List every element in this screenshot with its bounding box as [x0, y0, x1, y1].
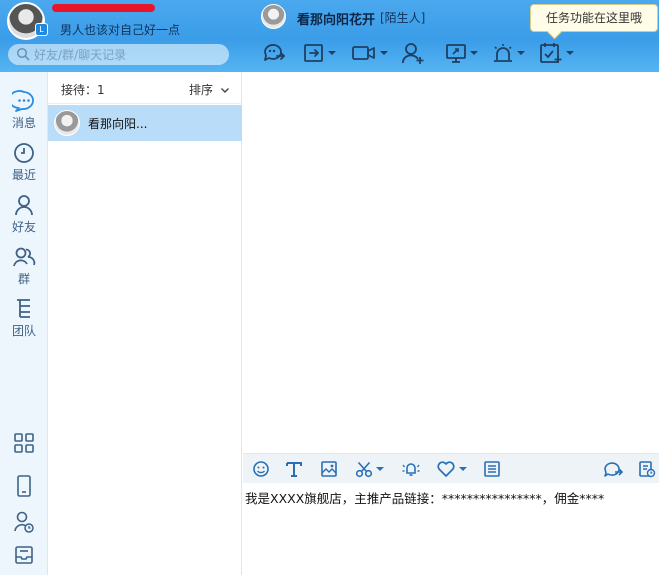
nav-label-team: 团队 — [11, 324, 36, 338]
remote-desktop-icon — [446, 44, 466, 63]
search-input[interactable] — [34, 46, 224, 63]
apps-grid-button[interactable] — [0, 432, 48, 460]
chat-forward-button[interactable] — [261, 40, 287, 66]
alarm-dropdown-icon[interactable] — [517, 51, 525, 55]
user-clock-button[interactable] — [0, 510, 48, 538]
nav-item-team[interactable]: 团队 — [0, 298, 48, 344]
chat-forward-icon — [264, 44, 286, 61]
chevron-down-icon — [221, 87, 229, 93]
quick-reply-button[interactable] — [602, 460, 624, 478]
quick-reply-icon — [604, 462, 624, 477]
nav-item-friends[interactable]: 好友 — [0, 194, 48, 240]
user-signature[interactable]: 男人也该对自己好一点 — [60, 21, 180, 38]
message-input-area[interactable]: 我是XXXX旗舰店，主推产品链接：****************，佣金**** — [243, 483, 659, 575]
nav-item-groups[interactable]: 群 — [0, 246, 48, 292]
nav-label-messages: 消息 — [11, 116, 36, 130]
phone-icon — [17, 475, 31, 497]
emoji-icon — [253, 461, 269, 477]
nav-item-recent[interactable]: 最近 — [0, 142, 48, 188]
image-button[interactable] — [320, 460, 338, 478]
video-call-button[interactable] — [351, 40, 388, 66]
clock-icon — [14, 143, 34, 163]
chat-contact-name[interactable]: 看那向阳花开 — [297, 9, 375, 28]
sort-button[interactable]: 排序 — [189, 81, 230, 98]
add-friend-icon — [402, 43, 424, 64]
font-icon — [286, 462, 302, 477]
alarm-button[interactable] — [492, 40, 525, 66]
session-list-pane: 接待：1 排序 看那向阳... — [48, 72, 242, 575]
screenshot-dropdown-icon[interactable] — [376, 467, 384, 471]
search-box[interactable] — [8, 44, 229, 65]
phone-button[interactable] — [0, 474, 48, 502]
top-header: L 男人也该对自己好一点 看那向阳花开 [陌生人] 任务功能在这里哦 — [0, 0, 659, 72]
shake-bell-icon — [402, 463, 420, 476]
message-input-text[interactable]: 我是XXXX旗舰店，主推产品链接：****************，佣金**** — [245, 488, 604, 507]
user-clock-icon — [14, 511, 34, 533]
nickname-redaction — [52, 4, 155, 12]
scissors-icon — [355, 461, 373, 478]
heart-icon — [437, 461, 455, 477]
input-toolbar — [243, 453, 659, 483]
remote-desktop-button[interactable] — [445, 40, 478, 66]
nav-label-friends: 好友 — [11, 220, 36, 234]
group-icon — [13, 247, 36, 267]
task-button[interactable] — [539, 40, 574, 66]
task-dropdown-icon[interactable] — [566, 51, 574, 55]
alarm-icon — [494, 44, 512, 62]
share-screen-button[interactable] — [303, 40, 336, 66]
history-button[interactable] — [638, 460, 656, 478]
apps-grid-icon — [14, 433, 34, 453]
image-icon — [321, 461, 337, 477]
card-button[interactable] — [483, 460, 501, 478]
share-screen-icon — [304, 44, 323, 62]
inbox-icon — [15, 546, 33, 564]
gift-button[interactable] — [436, 460, 467, 478]
search-icon — [16, 47, 30, 61]
message-icon — [12, 90, 34, 112]
session-row[interactable]: 看那向阳... — [48, 105, 242, 141]
video-dropdown-icon[interactable] — [380, 51, 388, 55]
add-friend-button[interactable] — [401, 40, 427, 66]
remote-dropdown-icon[interactable] — [470, 51, 478, 55]
emoji-button[interactable] — [252, 460, 270, 478]
gift-dropdown-icon[interactable] — [459, 467, 467, 471]
stranger-tag: [陌生人] — [380, 11, 426, 25]
person-icon — [15, 195, 33, 216]
sort-label: 排序 — [188, 83, 213, 97]
message-history[interactable] — [243, 72, 659, 453]
reception-count: 接待：1 — [61, 83, 105, 97]
inbox-button[interactable] — [0, 544, 48, 572]
team-tree-icon — [17, 299, 30, 318]
history-icon — [639, 461, 656, 478]
nav-label-recent: 最近 — [11, 168, 36, 182]
session-row-name: 看那向阳... — [88, 117, 148, 131]
share-dropdown-icon[interactable] — [328, 51, 336, 55]
session-list-header: 接待：1 排序 — [48, 72, 242, 104]
session-row-avatar — [54, 110, 80, 136]
video-call-icon — [352, 46, 375, 60]
task-calendar-icon — [540, 43, 562, 63]
font-button[interactable] — [285, 460, 303, 478]
status-badge-icon[interactable]: L — [35, 23, 48, 36]
screenshot-button[interactable] — [355, 460, 384, 478]
nav-item-messages[interactable]: 消息 — [0, 90, 48, 136]
left-nav: 消息 最近 好友 群 团队 — [0, 72, 48, 575]
chat-contact-avatar[interactable] — [261, 4, 286, 29]
nav-label-groups: 群 — [17, 272, 30, 286]
shake-button[interactable] — [401, 460, 421, 478]
task-tooltip: 任务功能在这里哦 — [530, 4, 658, 32]
card-icon — [484, 461, 500, 477]
